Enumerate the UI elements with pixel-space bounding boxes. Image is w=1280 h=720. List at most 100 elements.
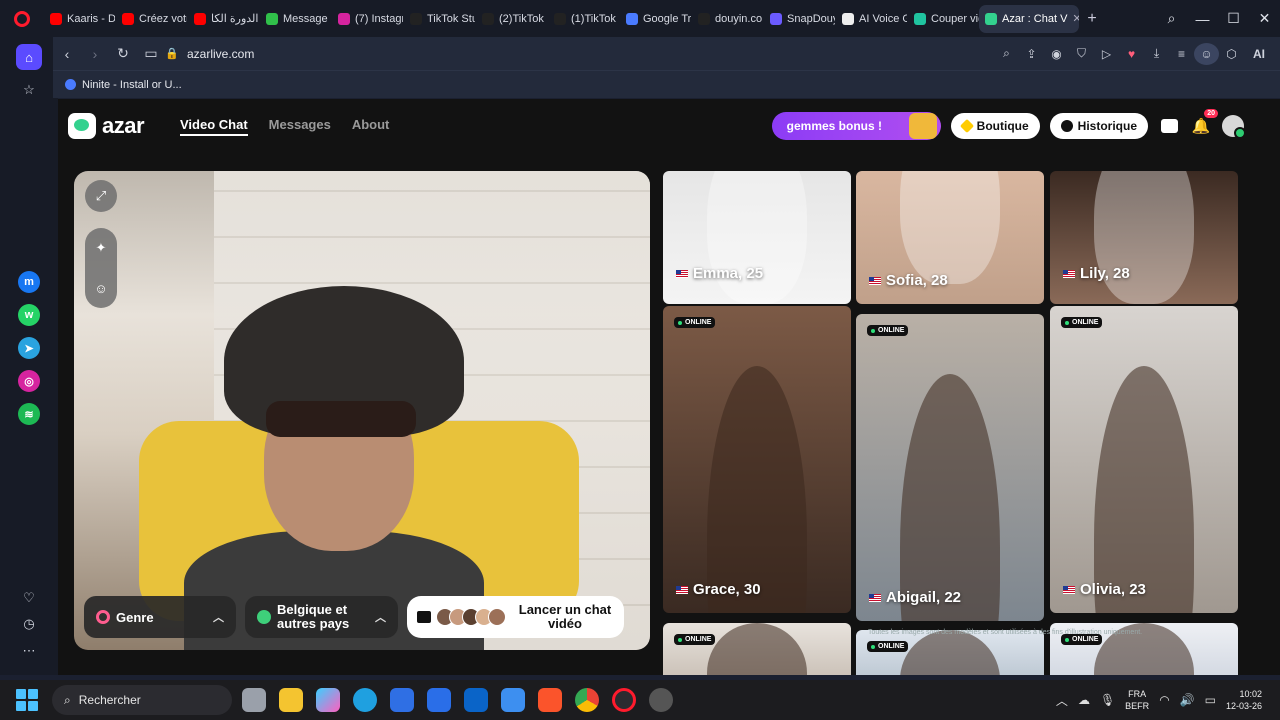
chrome-icon[interactable] bbox=[575, 688, 599, 712]
nav-about[interactable]: About bbox=[352, 117, 390, 136]
new-tab-button[interactable]: + bbox=[1079, 6, 1105, 32]
region-label: Belgique et autres pays bbox=[277, 602, 350, 631]
chevron-up-icon: ︿ bbox=[213, 612, 224, 624]
user-avatar[interactable] bbox=[1222, 115, 1246, 139]
outlook-icon[interactable] bbox=[464, 688, 488, 712]
gender-dropdown[interactable]: Genre ︿ bbox=[84, 596, 236, 638]
browser-tab[interactable]: Kaaris - De bbox=[44, 5, 115, 33]
star-icon[interactable]: ☆ bbox=[16, 77, 42, 103]
windows-start-icon[interactable] bbox=[16, 689, 38, 711]
inbox-icon[interactable] bbox=[1158, 115, 1180, 137]
browser-tab[interactable]: Créez votr bbox=[116, 5, 187, 33]
todo-icon[interactable] bbox=[501, 688, 525, 712]
browser-tab[interactable]: Couper vid bbox=[908, 5, 979, 33]
spotify-icon[interactable]: ≋ bbox=[18, 403, 40, 425]
gem-bonus-button[interactable]: gemmes bonus ! bbox=[771, 112, 941, 140]
maximize-button[interactable]: ☐ bbox=[1218, 10, 1249, 27]
download-icon[interactable]: ⤓ bbox=[1144, 46, 1169, 61]
start-video-chat-button[interactable]: Lancer un chat vidéo bbox=[407, 596, 624, 638]
heart-icon[interactable]: ♥ bbox=[1119, 47, 1144, 61]
us-flag-icon bbox=[1063, 585, 1075, 594]
wifi-icon[interactable]: ◠ bbox=[1159, 693, 1169, 707]
profile-card[interactable]: ONLINE bbox=[856, 630, 1044, 675]
microphone-icon[interactable]: 🎙 bbox=[1100, 693, 1115, 707]
browser-tab[interactable]: TikTok Stu bbox=[404, 5, 475, 33]
notification-bell-icon[interactable]: 🔔 20 bbox=[1190, 109, 1218, 137]
browser-tab[interactable]: (2)TikTok bbox=[476, 5, 547, 33]
magic-wand-icon[interactable]: ✦ bbox=[96, 240, 107, 256]
historique-button[interactable]: Historique bbox=[1049, 113, 1148, 139]
opera-taskbar-icon[interactable] bbox=[612, 688, 636, 712]
battery-icon[interactable]: ▭ bbox=[1205, 693, 1216, 707]
writing-app-icon[interactable] bbox=[427, 688, 451, 712]
find-icon[interactable]: ⌕ bbox=[994, 46, 1019, 61]
instagram-icon[interactable]: ◎ bbox=[18, 370, 40, 392]
settings-icon[interactable] bbox=[649, 688, 673, 712]
whatsapp-icon[interactable]: w bbox=[18, 304, 40, 326]
url-field[interactable]: azarlive.com bbox=[187, 47, 254, 61]
profile-icon[interactable]: ☺ bbox=[1194, 42, 1219, 65]
camera-icon[interactable]: ◉ bbox=[1044, 47, 1069, 61]
profile-card[interactable]: ONLINE Abigail, 22 bbox=[856, 314, 1044, 621]
store-icon[interactable] bbox=[390, 688, 414, 712]
file-explorer-icon[interactable] bbox=[279, 688, 303, 712]
volume-icon[interactable]: 🔊 bbox=[1180, 693, 1195, 707]
profile-card[interactable]: Sofia, 28 bbox=[856, 171, 1044, 304]
fullscreen-control[interactable]: ⤢ bbox=[85, 180, 117, 212]
browser-tab[interactable]: (1)TikTok bbox=[548, 5, 619, 33]
brave-icon[interactable] bbox=[538, 688, 562, 712]
telegram-icon[interactable]: ➤ bbox=[18, 337, 40, 359]
profile-card[interactable]: Lily, 28 bbox=[1050, 171, 1238, 304]
bookmark-ninite[interactable]: Ninite - Install or U... bbox=[82, 79, 182, 91]
browser-tab[interactable]: douyin.co bbox=[692, 5, 763, 33]
edge-icon[interactable] bbox=[353, 688, 377, 712]
browser-tab[interactable]: الدورة الكا bbox=[188, 5, 259, 33]
search-tabs-icon[interactable]: ⌕ bbox=[1156, 10, 1187, 27]
browser-tab[interactable]: (7) Instagr bbox=[332, 5, 403, 33]
copilot-icon[interactable] bbox=[316, 688, 340, 712]
profile-card[interactable]: ONLINE bbox=[663, 623, 851, 675]
heart-icon[interactable]: ♡ bbox=[16, 585, 42, 611]
menu-icon[interactable]: ≡ bbox=[1169, 47, 1194, 61]
taskbar-search[interactable]: ⌕ Rechercher bbox=[52, 685, 232, 715]
profile-card[interactable]: ONLINE Grace, 30 bbox=[663, 306, 851, 613]
tab-favicon-icon bbox=[410, 12, 422, 25]
snapshot-icon[interactable]: ▭ bbox=[137, 45, 165, 62]
boutique-button[interactable]: Boutique bbox=[950, 113, 1040, 139]
region-dropdown[interactable]: Belgique et autres pays ︿ bbox=[245, 596, 398, 638]
nav-messages[interactable]: Messages bbox=[269, 117, 331, 136]
face-filter-icon[interactable]: ☺ bbox=[94, 281, 107, 296]
clock[interactable]: 10:02 12-03-26 bbox=[1226, 688, 1262, 712]
browser-tab[interactable]: AI Voice G bbox=[836, 5, 907, 33]
profile-card[interactable]: Emma, 25 bbox=[663, 171, 851, 304]
cube-icon[interactable]: ⬡ bbox=[1219, 47, 1244, 61]
browser-tab[interactable]: SnapDouy bbox=[764, 5, 835, 33]
task-view-icon[interactable] bbox=[242, 688, 266, 712]
minimize-button[interactable]: — bbox=[1187, 11, 1218, 27]
forward-icon[interactable]: › bbox=[81, 46, 109, 62]
browser-tab[interactable]: Google Tra bbox=[620, 5, 691, 33]
more-icon[interactable]: ⋯ bbox=[16, 638, 42, 664]
close-window-button[interactable]: ✕ bbox=[1249, 10, 1280, 27]
language-indicator[interactable]: FRA BEFR bbox=[1125, 688, 1149, 712]
nav-video-chat[interactable]: Video Chat bbox=[180, 117, 248, 136]
share-icon[interactable]: ⇪ bbox=[1019, 47, 1044, 61]
opera-logo-icon[interactable] bbox=[0, 0, 44, 37]
profile-card[interactable]: ONLINE Olivia, 23 bbox=[1050, 306, 1238, 613]
home-icon[interactable]: ⌂ bbox=[16, 44, 42, 70]
profile-name: Abigail, 22 bbox=[869, 589, 961, 606]
match-controls: Genre ︿ Belgique et autres pays ︿ Lancer… bbox=[84, 596, 640, 638]
browser-tab[interactable]: Message M bbox=[260, 5, 331, 33]
tab-azar-active[interactable]: Azar : Chat V ✕ bbox=[979, 4, 1079, 33]
onedrive-icon[interactable]: ☁ bbox=[1078, 693, 1090, 707]
azar-logo[interactable]: azar bbox=[68, 113, 145, 139]
play-icon[interactable]: ▷ bbox=[1094, 47, 1119, 61]
chevron-up-icon[interactable]: ︿ bbox=[1056, 692, 1068, 709]
back-icon[interactable]: ‹ bbox=[53, 46, 81, 62]
reload-icon[interactable]: ↻ bbox=[109, 45, 137, 62]
close-tab-icon[interactable]: ✕ bbox=[1072, 12, 1079, 25]
adblock-icon[interactable]: ⛉ bbox=[1069, 46, 1094, 61]
messenger-icon[interactable]: m bbox=[18, 271, 40, 293]
history-icon[interactable]: ◷ bbox=[16, 611, 42, 637]
ai-button[interactable]: AI bbox=[1244, 47, 1274, 61]
